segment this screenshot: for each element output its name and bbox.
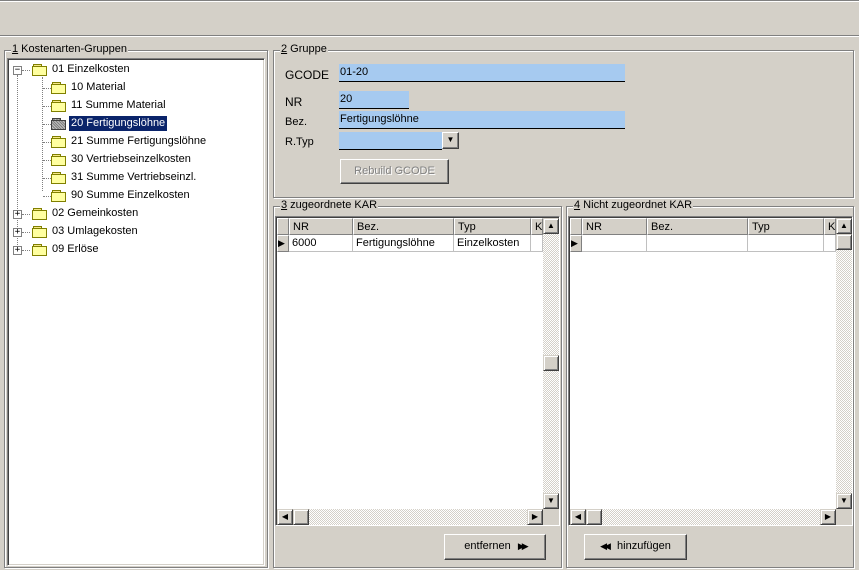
- nr-field[interactable]: 20: [339, 91, 409, 109]
- horizontal-scrollbar[interactable]: [570, 509, 836, 525]
- scroll-thumb[interactable]: [543, 355, 559, 371]
- scroll-thumb[interactable]: [836, 234, 852, 250]
- folder-icon: [51, 172, 67, 184]
- tree-item-summe-material[interactable]: 11 Summe Material: [69, 98, 168, 113]
- col-header-nr[interactable]: NR: [582, 218, 647, 235]
- scroll-thumb[interactable]: [293, 509, 309, 525]
- col-header-bez[interactable]: Bez.: [353, 218, 454, 235]
- col-header-nr[interactable]: NR: [289, 218, 353, 235]
- group-legend: 2 Gruppe: [280, 43, 328, 55]
- table-row[interactable]: [531, 235, 543, 252]
- col-header-k[interactable]: K: [824, 218, 836, 235]
- tree-item-material[interactable]: 10 Material: [69, 80, 127, 95]
- col-header-ke[interactable]: KE: [531, 218, 543, 235]
- folder-icon: [32, 244, 48, 256]
- folder-icon: [51, 154, 67, 166]
- row-indicator-header: [277, 218, 289, 235]
- hinzufuegen-label: hinzufügen: [617, 540, 671, 552]
- collapse-icon[interactable]: −: [13, 66, 22, 75]
- scroll-down-icon[interactable]: ▼: [836, 493, 852, 509]
- gcode-label: GCODE: [285, 68, 330, 82]
- tree-item-summe-fertigungsloehne[interactable]: 21 Summe Fertigungslöhne: [69, 134, 208, 149]
- col-header-typ[interactable]: Typ: [748, 218, 824, 235]
- col-header-bez[interactable]: Bez.: [647, 218, 748, 235]
- vertical-scrollbar[interactable]: [836, 218, 852, 509]
- rtyp-select[interactable]: [339, 132, 442, 150]
- folder-icon-selected: [51, 118, 67, 130]
- tree-item-summe-vertriebseinzl[interactable]: 31 Summe Vertriebseinzl.: [69, 170, 198, 185]
- expand-icon[interactable]: +: [13, 246, 22, 255]
- folder-icon: [32, 226, 48, 238]
- scroll-down-icon[interactable]: ▼: [543, 493, 559, 509]
- current-row-icon: ▶: [277, 235, 289, 252]
- tree-item-gemeinkosten[interactable]: 02 Gemeinkosten: [50, 206, 140, 221]
- scroll-right-icon[interactable]: ▶: [527, 509, 543, 525]
- rtyp-label: R.Typ: [285, 136, 314, 148]
- assigned-kar-grid[interactable]: NR Bez. Typ KE ▶ 6000 Fertigungslöhne Ei…: [275, 216, 560, 526]
- cost-type-tree[interactable]: − 01 Einzelkosten 10 Material 11 Summe M…: [7, 58, 265, 566]
- folder-icon: [51, 82, 67, 94]
- scroll-left-icon[interactable]: ◀: [570, 509, 586, 525]
- folder-icon: [51, 100, 67, 112]
- expand-icon[interactable]: +: [13, 228, 22, 237]
- toolbar-area: [0, 0, 859, 36]
- folder-icon: [51, 136, 67, 148]
- col-header-typ[interactable]: Typ: [454, 218, 531, 235]
- double-arrow-left-icon: ◀◀: [600, 541, 611, 551]
- hinzufuegen-button[interactable]: ◀◀ hinzufügen: [584, 534, 687, 560]
- nr-label: NR: [285, 95, 303, 109]
- entfernen-button[interactable]: entfernen ▶▶: [444, 534, 546, 560]
- table-row[interactable]: [647, 235, 748, 252]
- bez-label: Bez.: [285, 116, 308, 128]
- double-arrow-right-icon: ▶▶: [517, 541, 529, 551]
- rebuild-gcode-button: Rebuild GCODE: [340, 159, 449, 184]
- table-row[interactable]: Fertigungslöhne: [353, 235, 454, 252]
- bez-field[interactable]: Fertigungslöhne: [339, 111, 625, 129]
- scroll-thumb[interactable]: [586, 509, 602, 525]
- group-legend: 3 zugeordnete KAR: [280, 199, 379, 211]
- scroll-up-icon[interactable]: ▲: [836, 218, 852, 234]
- horizontal-scrollbar[interactable]: [277, 509, 543, 525]
- tree-item-einzelkosten[interactable]: 01 Einzelkosten: [50, 62, 132, 77]
- tree-item-vertriebseinzelkosten[interactable]: 30 Vertriebseinzelkosten: [69, 152, 193, 167]
- table-row[interactable]: [824, 235, 836, 252]
- table-row[interactable]: [582, 235, 647, 252]
- gcode-field[interactable]: 01-20: [339, 64, 625, 82]
- chevron-down-icon: ▼: [446, 135, 455, 144]
- folder-icon: [51, 190, 67, 202]
- folder-icon: [32, 208, 48, 220]
- rtyp-dropdown-button[interactable]: ▼: [442, 132, 459, 149]
- scroll-up-icon[interactable]: ▲: [543, 218, 559, 234]
- entfernen-label: entfernen: [464, 540, 511, 552]
- tree-item-erloese[interactable]: 09 Erlöse: [50, 242, 100, 257]
- group-legend: 1 Kostenarten-Gruppen: [11, 43, 128, 55]
- expand-icon[interactable]: +: [13, 210, 22, 219]
- group-legend: 4 Nicht zugeordnet KAR: [573, 199, 694, 211]
- scroll-left-icon[interactable]: ◀: [277, 509, 293, 525]
- tree-item-fertigungsloehne[interactable]: 20 Fertigungslöhne: [67, 115, 169, 132]
- table-row[interactable]: 6000: [289, 235, 353, 252]
- scroll-right-icon[interactable]: ▶: [820, 509, 836, 525]
- table-row[interactable]: Einzelkosten: [454, 235, 531, 252]
- folder-icon: [32, 64, 48, 76]
- tree-item-summe-einzelkosten[interactable]: 90 Summe Einzelkosten: [69, 188, 192, 203]
- unassigned-kar-grid[interactable]: NR Bez. Typ K ▶ ▲ ▼ ◀ ▶: [568, 216, 853, 526]
- row-indicator-header: [570, 218, 582, 235]
- tree-item-umlagekosten[interactable]: 03 Umlagekosten: [50, 224, 140, 239]
- table-row[interactable]: [748, 235, 824, 252]
- current-row-icon: ▶: [570, 235, 582, 252]
